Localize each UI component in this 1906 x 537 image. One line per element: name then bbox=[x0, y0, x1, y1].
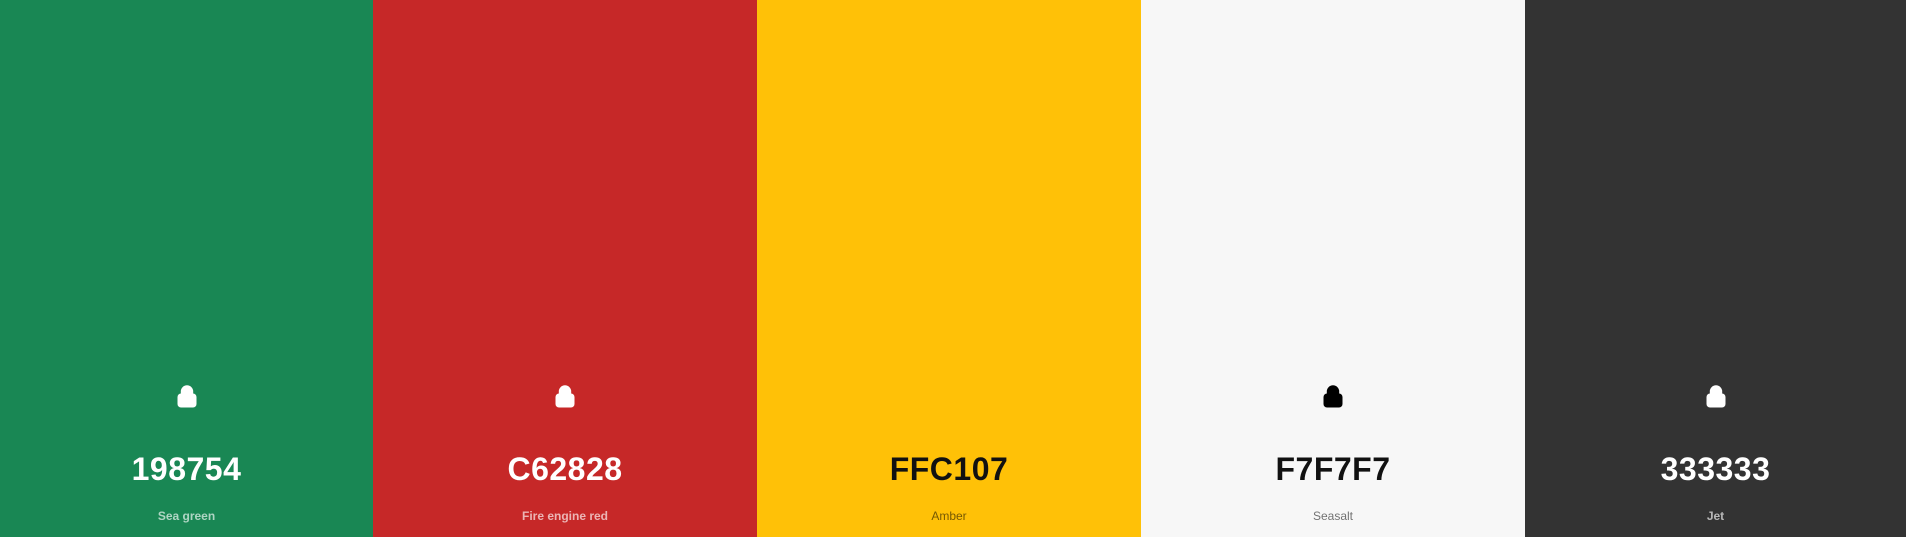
hex-code[interactable]: F7F7F7 bbox=[1141, 449, 1525, 489]
color-name[interactable]: Seasalt bbox=[1141, 509, 1525, 523]
color-swatch-4[interactable]: F7F7F7 Seasalt bbox=[1141, 0, 1525, 537]
hex-code[interactable]: FFC107 bbox=[757, 449, 1141, 489]
hex-code[interactable]: C62828 bbox=[373, 449, 757, 489]
color-name[interactable]: Sea green bbox=[0, 509, 373, 523]
lock-icon[interactable] bbox=[554, 384, 576, 408]
color-swatch-1[interactable]: 198754 Sea green bbox=[0, 0, 373, 537]
hex-code[interactable]: 333333 bbox=[1525, 449, 1906, 489]
color-swatch-3[interactable]: FFC107 Amber bbox=[757, 0, 1141, 537]
lock-icon[interactable] bbox=[176, 384, 198, 408]
color-swatch-5[interactable]: 333333 Jet bbox=[1525, 0, 1906, 537]
hex-code[interactable]: 198754 bbox=[0, 449, 373, 489]
color-swatch-2[interactable]: C62828 Fire engine red bbox=[373, 0, 757, 537]
color-name[interactable]: Amber bbox=[757, 509, 1141, 523]
color-name[interactable]: Jet bbox=[1525, 509, 1906, 523]
lock-icon[interactable] bbox=[1705, 384, 1727, 408]
color-name[interactable]: Fire engine red bbox=[373, 509, 757, 523]
lock-icon[interactable] bbox=[1322, 384, 1344, 408]
color-palette: 198754 Sea green C62828 Fire engine red … bbox=[0, 0, 1906, 537]
